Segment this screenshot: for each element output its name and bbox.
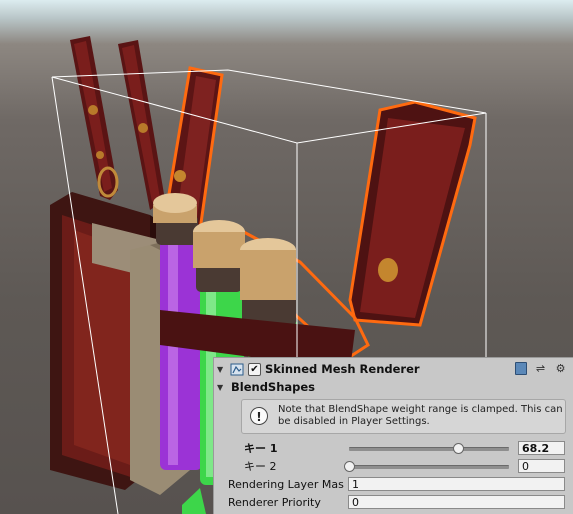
blendshape-label: キー 2 [244, 460, 277, 473]
back-straps [70, 36, 165, 210]
blendshape-label: キー 1 [244, 442, 278, 455]
component-title: Skinned Mesh Renderer [265, 362, 420, 376]
renderer-priority-label: Renderer Priority [228, 495, 321, 509]
blendshape-row: キー 1 68.2 [214, 439, 573, 457]
slider-knob[interactable] [344, 461, 355, 472]
blendshape-value-field[interactable]: 68.2 [518, 441, 565, 455]
rendering-layer-mask-label: Rendering Layer Mas [228, 477, 344, 491]
preset-icon[interactable]: ⇌ [534, 362, 547, 375]
blendshape-value-field[interactable]: 0 [518, 459, 565, 473]
triangle-down-icon[interactable]: ▼ [217, 365, 227, 374]
help-text: Note that BlendShape weight range is cla… [278, 404, 563, 427]
skinned-mesh-renderer-icon [230, 363, 244, 376]
component-header[interactable]: ▼ ✔ Skinned Mesh Renderer ⇌ ⚙ [214, 360, 573, 378]
rendering-layer-mask-row: Rendering Layer Mas 1 [214, 475, 573, 493]
blendshape-slider[interactable] [349, 443, 509, 454]
renderer-priority-row: Renderer Priority 0 [214, 493, 573, 511]
blendshape-slider[interactable] [344, 461, 509, 472]
info-icon: ! [250, 407, 268, 425]
help-box: ! Note that BlendShape weight range is c… [241, 399, 566, 434]
triangle-down-icon[interactable]: ▼ [217, 383, 227, 392]
inspector-panel: ▼ ✔ Skinned Mesh Renderer ⇌ ⚙ ▼ BlendSha… [213, 357, 573, 514]
slider-knob[interactable] [453, 443, 465, 454]
blendshapes-foldout[interactable]: ▼ BlendShapes [214, 378, 573, 396]
gizmo-arrow[interactable] [182, 488, 206, 514]
rendering-layer-mask-field[interactable]: 1 [348, 477, 565, 491]
renderer-priority-field[interactable]: 0 [348, 495, 565, 509]
gear-icon[interactable]: ⚙ [554, 362, 567, 375]
component-enabled-checkbox[interactable]: ✔ [248, 362, 261, 376]
help-book-icon[interactable] [514, 362, 527, 375]
blendshape-row: キー 2 0 [214, 457, 573, 475]
blendshapes-label: BlendShapes [231, 380, 316, 394]
